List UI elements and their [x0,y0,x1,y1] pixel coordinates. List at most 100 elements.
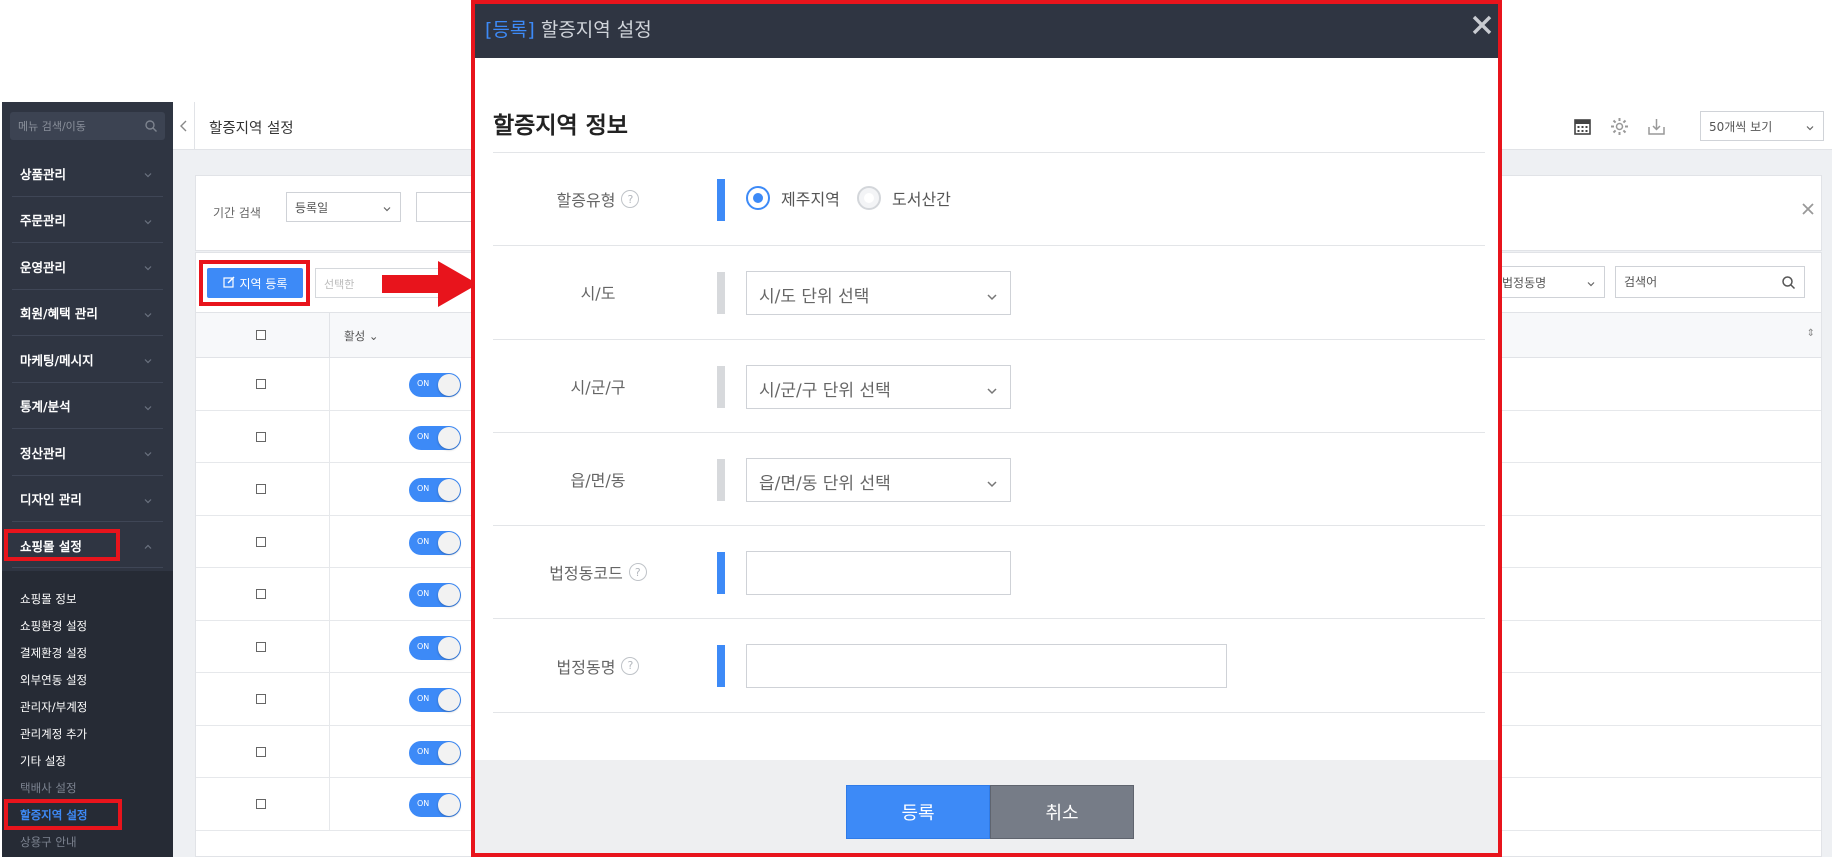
menu-item-shop-settings[interactable]: 쇼핑몰 설정 [2,522,173,568]
search-icon[interactable] [144,118,158,132]
keyword-search[interactable] [1615,266,1805,298]
divider [329,673,330,725]
eupmyeondong-select[interactable]: 읍/면/동 단위 선택 [746,457,1011,502]
menu-item-label: 회원/혜택 관리 [20,306,98,322]
per-page-value: 50개씩 보기 [1709,120,1773,134]
submenu-item-label: 쇼핑몰 정보 [20,591,77,606]
edit-icon [222,276,235,291]
chevron-down-icon [143,447,153,457]
submenu-item[interactable]: 쇼핑환경 설정 [2,612,173,639]
row-checkbox[interactable] [256,799,266,809]
menu-item-orders[interactable]: 주문관리 [2,197,173,244]
submenu-item[interactable]: 결제환경 설정 [2,639,173,666]
submenu-item[interactable]: 상용구 안내 [2,828,173,855]
menu-item-members[interactable]: 회원/혜택 관리 [2,290,173,337]
column-header-active[interactable]: 활성 ⌄ [344,328,378,344]
active-toggle[interactable]: ON [409,793,461,817]
radio-jeju[interactable]: 제주지역 [746,186,840,210]
help-icon[interactable]: ? [628,563,647,582]
active-toggle[interactable]: ON [409,425,461,450]
radio-island[interactable]: 도서산간 [857,186,951,210]
menu-search[interactable] [10,112,165,140]
divider [329,725,330,777]
menu-item-design[interactable]: 디자인 관리 [2,476,173,523]
active-toggle[interactable]: ON [409,635,461,660]
section-title: 할증지역 정보 [493,113,628,139]
date-type-select[interactable]: 등록일 [286,192,401,222]
submenu-item[interactable]: 관리계정 추가 [2,720,173,747]
field-label-text: 법정동명 [556,657,616,677]
legal-code-input[interactable] [747,552,1010,595]
submenu-item[interactable]: 택배사 설정 [2,774,173,801]
gear-icon[interactable] [1609,116,1630,137]
menu-item-products[interactable]: 상품관리 [2,150,173,197]
row-checkbox[interactable] [256,431,266,442]
select-placeholder: 읍/면/동 단위 선택 [759,473,891,494]
divider [329,778,330,830]
field-label: 법정동명 ? [493,619,703,711]
select-all-checkbox[interactable] [256,330,266,340]
row-checkbox[interactable] [256,641,266,652]
menu-item-marketing[interactable]: 마케팅/메시지 [2,336,173,383]
active-toggle[interactable]: ON [409,740,461,765]
menu-item-settlement[interactable]: 정산관리 [2,429,173,476]
radio-button-checked[interactable] [746,186,770,210]
radio-button[interactable] [857,186,881,210]
row-checkbox[interactable] [256,746,266,757]
sidebar-toggle-button[interactable] [173,102,195,150]
surcharge-area-modal: [등록] 할증지역 설정 할증지역 정보 할증유형 ? 제주지역 도서산간 시/… [471,0,1502,857]
submenu-item[interactable]: 외부연동 설정 [2,666,173,693]
row-checkbox[interactable] [256,589,266,599]
cancel-button[interactable]: 취소 [990,785,1134,839]
form-row-sigungu: 시/군/구 시/군/구 단위 선택 [493,340,1485,433]
submenu-item[interactable]: 관리자/부계정 [2,693,173,720]
menu-item-operations[interactable]: 운영관리 [2,243,173,290]
submenu-item-surcharge-area[interactable]: 할증지역 설정 [2,799,173,830]
active-toggle[interactable]: ON [409,688,461,712]
submenu-item[interactable]: 쇼핑몰 정보 [2,585,173,612]
radio-label: 도서산간 [892,190,951,209]
close-icon[interactable] [1801,201,1815,215]
chevron-down-icon [382,203,392,213]
row-checkbox[interactable] [256,379,266,389]
close-icon[interactable] [1470,13,1494,37]
row-checkbox[interactable] [256,694,266,704]
sidebar: 상품관리 주문관리 운영관리 회원/혜택 관리 마케팅/메시지 통계/분석 [2,102,173,857]
form-row-name: 법정동명 ? [493,619,1485,713]
row-checkbox[interactable] [256,484,266,494]
submenu-item[interactable]: 기타 설정 [2,747,173,774]
download-icon[interactable] [1646,116,1667,137]
legal-name-input[interactable] [747,645,1226,688]
form-row-sido: 시/도 시/도 단위 선택 [493,246,1485,340]
active-toggle[interactable]: ON [409,373,461,397]
period-search-label: 기간 검색 [213,206,261,220]
sigungu-select[interactable]: 시/군/구 단위 선택 [746,364,1011,409]
help-icon[interactable]: ? [621,190,640,209]
sort-icon[interactable]: ⇕ [1807,328,1815,339]
field-label-text: 시/도 [580,284,616,304]
page-title: 할증지역 설정 [209,121,294,137]
menu-item-label: 운영관리 [20,259,67,275]
row-checkbox[interactable] [256,536,266,547]
keyword-input[interactable] [1616,267,1804,297]
submenu-item-label: 상용구 안내 [20,834,77,849]
submit-button[interactable]: 등록 [846,785,990,839]
active-toggle[interactable]: ON [409,478,461,502]
per-page-select[interactable]: 50개씩 보기 [1700,111,1824,141]
active-toggle[interactable]: ON [409,530,461,555]
search-icon[interactable] [1781,275,1796,290]
chevron-down-icon [143,494,153,504]
search-field-select[interactable]: 법정동명 [1493,266,1605,298]
menu-item-statistics[interactable]: 통계/분석 [2,383,173,430]
legal-name-field[interactable] [746,644,1227,689]
sido-select[interactable]: 시/도 단위 선택 [746,271,1011,316]
radio-label: 제주지역 [781,190,840,209]
menu-search-input[interactable] [10,112,165,140]
legal-code-field[interactable] [746,551,1011,596]
screen: 상품관리 주문관리 운영관리 회원/혜택 관리 마케팅/메시지 통계/분석 [0,0,1832,857]
active-toggle[interactable]: ON [409,583,461,607]
help-icon[interactable]: ? [621,656,640,675]
field-label-text: 시/군/구 [570,377,626,397]
register-area-button[interactable]: 지역 등록 [207,268,303,298]
calendar-icon[interactable] [1572,116,1593,137]
